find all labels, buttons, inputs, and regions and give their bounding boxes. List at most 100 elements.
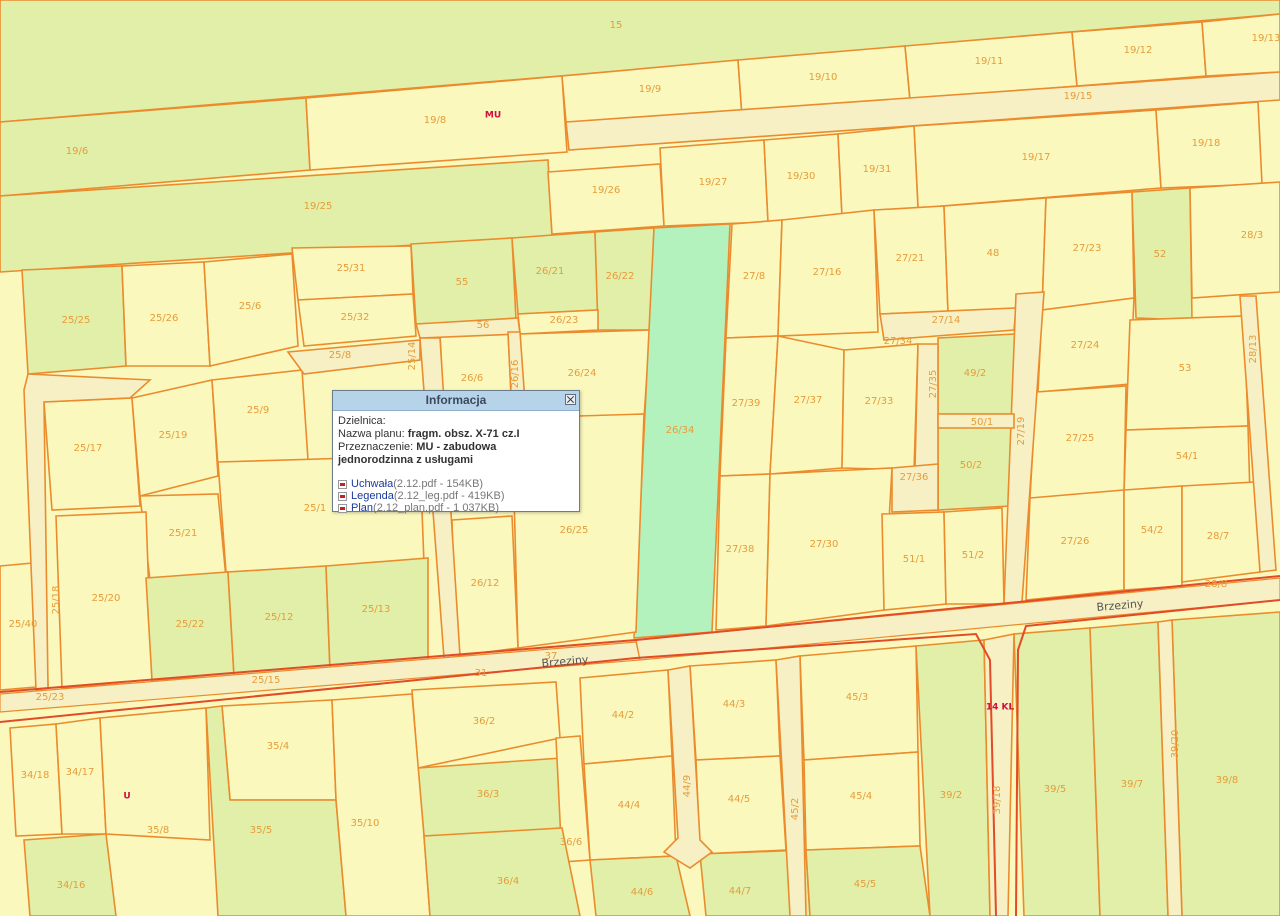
parcel-44-5[interactable] [695,755,787,855]
parcel-label-27-30: 27/30 [810,539,839,550]
document-resolution: Uchwała (2.12.pdf - 154KB) [338,478,574,490]
parcel-label-54-2: 54/2 [1141,525,1163,536]
parcel-label-15: 15 [610,20,623,31]
parcel-label-51-2: 51/2 [962,550,984,561]
parcel-39-7[interactable] [1089,621,1169,916]
parcel-39-8[interactable] [1171,611,1280,916]
parcel-label-25-18: 25/18 [51,586,62,615]
parcel-label-45-3: 45/3 [846,692,868,703]
parcel-45-3[interactable] [799,645,919,761]
parcel-label-27-26: 27/26 [1061,536,1090,547]
parcel-label-49-2: 49/2 [964,368,986,379]
parcel-label-36-3: 36/3 [477,789,499,800]
parcel-label-36-6: 36/6 [560,837,582,848]
parcel-25-9[interactable] [211,369,309,467]
parcel-label-25-26: 25/26 [150,313,179,324]
parcel-label-19-6: 19/6 [66,146,88,157]
parcel-39-5[interactable] [1013,627,1101,916]
plan-link[interactable]: Plan [351,502,373,514]
parcel-label-44-9: 44/9 [682,775,693,797]
parcel-label-19-26: 19/26 [592,185,621,196]
parcel-label-55: 55 [456,277,469,288]
parcel-label-34-18: 34/18 [21,770,50,781]
parcel-label-27-33: 27/33 [865,396,894,407]
parcel-label-26-21: 26/21 [536,266,565,277]
legend-link[interactable]: Legenda [351,490,394,502]
parcel-label-19-25: 19/25 [304,201,333,212]
parcel-label-25-1: 25/1 [304,503,326,514]
parcel-label-27-25: 27/25 [1066,433,1095,444]
map-canvas[interactable]: 15 19/6 19/8 19/9 19/10 19/11 19/12 19/13 19/15 1… [0,0,1280,916]
legend-file-meta: (2.12_leg.pdf - 419KB) [393,490,505,502]
parcel-label-44-7: 44/7 [729,886,751,897]
plan-value: fragm. obsz. X-71 cz.I [407,428,520,440]
parcel-19-26[interactable] [547,163,665,235]
popup-body: Dzielnica: Nazwa planu: fragm. obsz. X-7… [333,411,579,518]
document-plan: Plan (2.12_plan.pdf - 1 037KB) [338,502,574,514]
pdf-icon [338,491,347,501]
parcel-label-45-2: 45/2 [790,798,801,820]
info-popup: Informacja Dzielnica: Nazwa planu: fragm… [332,390,580,514]
parcel-54-2[interactable] [1123,485,1183,591]
parcel-39-2[interactable] [915,639,991,916]
parcel-label-50-1: 50/1 [971,417,993,428]
parcel-25-17[interactable] [43,397,141,511]
documents-list: Uchwała (2.12.pdf - 154KB) Legenda (2.12_l… [338,478,574,514]
parcel-label-27-36: 27/36 [900,472,929,483]
parcel-label-19-17: 19/17 [1022,152,1051,163]
parcel-label-19-13: 19/13 [1252,33,1280,44]
parcel-label-19-8: 19/8 [424,115,446,126]
parcel-label-25-9: 25/9 [247,405,269,416]
parcel-label-27-35: 27/35 [928,370,939,399]
parcel-label-31: 31 [475,668,488,679]
parcel-label-27-39: 27/39 [732,398,761,409]
parcel-label-25-12: 25/12 [265,612,294,623]
parcel-label-48: 48 [987,248,1000,259]
zone-label-kl: 14 KL [986,703,1015,713]
parcel-label-26-24: 26/24 [568,368,597,379]
parcel-label-25-13: 25/13 [362,604,391,615]
district-row: Dzielnica: [338,415,574,428]
parcels-layer [0,0,1280,916]
parcel-28-3[interactable] [1189,181,1280,299]
parcel-label-25-6: 25/6 [239,301,261,312]
parcel-label-44-2: 44/2 [612,710,634,721]
parcel-label-25-31: 25/31 [337,263,366,274]
parcel-label-34-17: 34/17 [66,767,95,778]
parcel-label-25-21: 25/21 [169,528,198,539]
parcel-39-18[interactable] [983,633,1015,916]
parcel-label-45-5: 45/5 [854,879,876,890]
parcel-label-39-20: 39/20 [1170,730,1181,759]
parcel-label-54-1: 54/1 [1176,451,1198,462]
parcel-label-34-16: 34/16 [57,880,86,891]
parcel-label-25-20: 25/20 [92,593,121,604]
parcel-label-39-2: 39/2 [940,790,962,801]
parcel-label-26-25: 26/25 [560,525,589,536]
resolution-link[interactable]: Uchwała [351,478,393,490]
parcel-label-26-22: 26/22 [606,271,635,282]
parcel-label-19-18: 19/18 [1192,138,1221,149]
parcel-label-44-6: 44/6 [631,887,653,898]
plan-label: Nazwa planu: [338,428,405,440]
close-icon[interactable] [565,394,576,405]
popup-title: Informacja [425,393,487,407]
pdf-icon [338,479,347,489]
parcel-36-4[interactable] [423,827,581,916]
parcel-label-56: 56 [477,320,490,331]
parcel-label-35-5: 35/5 [250,825,272,836]
parcel-label-19-9: 19/9 [639,84,661,95]
parcel-label-27-14: 27/14 [932,315,961,326]
parcel-label-26-16: 26/16 [510,360,521,389]
parcel-label-39-8: 39/8 [1216,775,1238,786]
parcel-label-44-3: 44/3 [723,699,745,710]
parcel-19-13[interactable] [1201,13,1280,77]
zone-label-u: U [123,792,130,802]
parcel-label-19-27: 19/27 [699,177,728,188]
parcel-44-6[interactable] [589,855,691,916]
parcel-35-10[interactable] [331,693,431,916]
parcel-44-3[interactable] [689,659,781,761]
parcel-27-33[interactable] [841,343,919,471]
parcel-35-8[interactable] [99,707,211,841]
parcel-label-53: 53 [1179,363,1192,374]
parcel-34-16[interactable] [23,833,117,916]
